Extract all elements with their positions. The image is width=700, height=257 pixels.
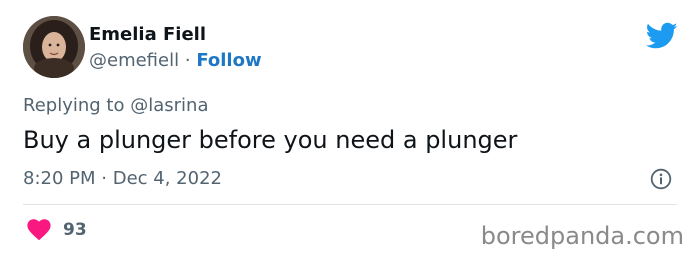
info-icon[interactable] <box>650 168 672 190</box>
like-count[interactable]: 93 <box>63 219 87 241</box>
watermark: boredpanda.com <box>480 222 684 250</box>
follow-button[interactable]: Follow <box>196 50 261 71</box>
tweet-date: Dec 4, 2022 <box>112 168 222 189</box>
date-separator: · <box>101 168 107 189</box>
display-name[interactable]: Emelia Fiell <box>89 24 206 46</box>
tweet-text: Buy a plunger before you need a plunger <box>23 126 518 154</box>
handle-row: @emefiell · Follow <box>89 50 262 72</box>
tweet-time: 8:20 PM <box>23 168 96 189</box>
reply-prefix: Replying to <box>23 95 125 116</box>
reply-context: Replying to @lasrina <box>23 95 208 117</box>
timestamp[interactable]: 8:20 PM · Dec 4, 2022 <box>23 168 222 190</box>
reply-to-handle[interactable]: @lasrina <box>130 95 208 116</box>
avatar[interactable] <box>23 16 85 78</box>
heart-icon[interactable] <box>27 219 51 241</box>
handle-separator: · <box>184 50 191 71</box>
author-handle[interactable]: @emefiell <box>89 50 179 71</box>
avatar-photo <box>23 16 85 78</box>
twitter-bird-icon[interactable] <box>646 22 678 50</box>
divider <box>23 204 677 205</box>
